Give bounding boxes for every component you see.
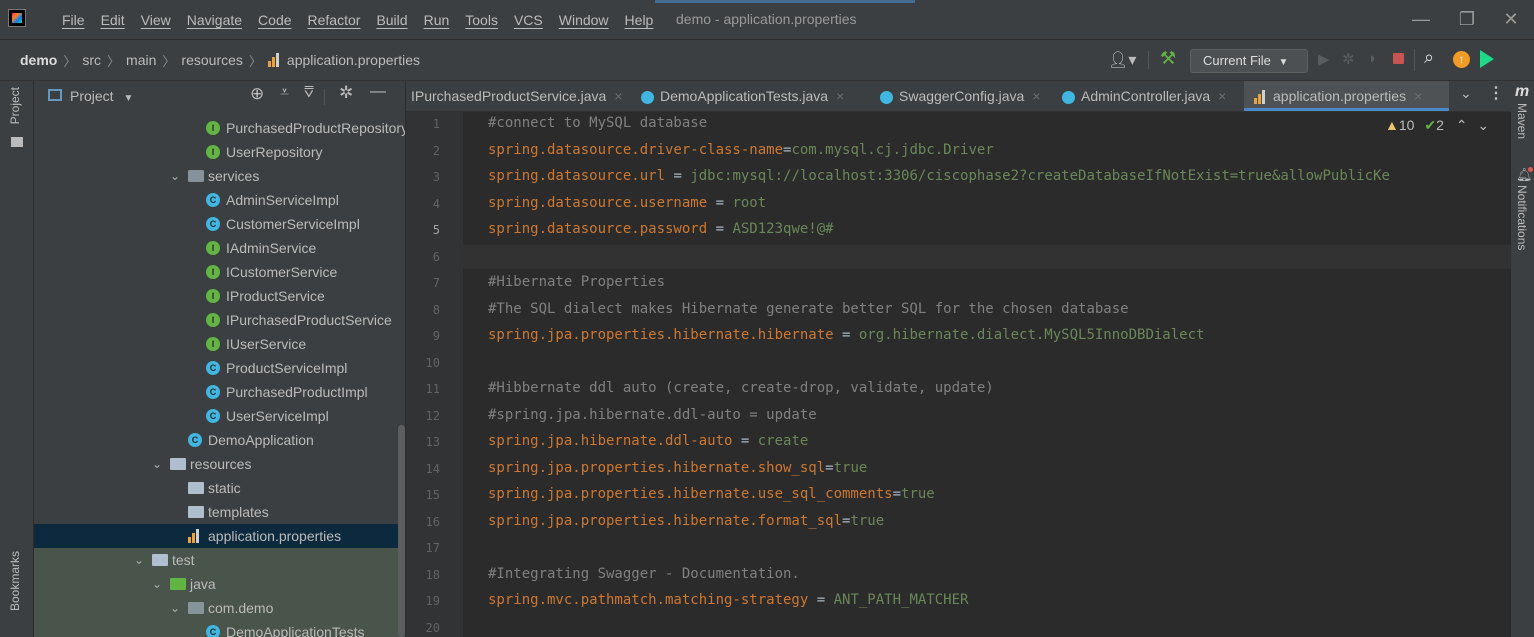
notification-dot (1528, 167, 1533, 172)
code-line: spring.jpa.properties.hibernate.use_sql_… (488, 486, 935, 502)
code-line: #spring.jpa.hibernate.ddl-auto = update (488, 407, 817, 423)
line-number: 9 (432, 329, 440, 343)
code-comment: #The SQL dialect makes Hibernate generat… (488, 300, 1129, 317)
property-value: jdbc:mysql://localhost:3306/ciscophase2?… (690, 168, 1390, 184)
code-comment: #Integrating Swagger - Documentation. (488, 565, 800, 582)
line-number: 14 (425, 461, 440, 476)
property-separator: = (833, 327, 859, 343)
maven-tool-button[interactable]: Maven (1515, 103, 1529, 139)
code-line: spring.datasource.url = jdbc:mysql://loc… (488, 168, 1390, 184)
property-separator: = (825, 459, 834, 476)
line-number: 2 (432, 143, 440, 158)
property-value: org.hibernate.dialect.MySQL5InnoDBDialec… (858, 327, 1205, 343)
code-line: spring.jpa.properties.hibernate.show_sql… (488, 460, 867, 476)
property-value: true (850, 512, 885, 529)
line-number: 5 (432, 223, 440, 237)
warning-icon: ▲ (1385, 117, 1399, 133)
property-key: spring.datasource.password (488, 221, 708, 237)
line-number: 3 (432, 170, 440, 184)
line-number: 16 (425, 514, 440, 529)
line-number: 8 (432, 302, 440, 317)
line-number: 15 (425, 488, 440, 502)
line-number: 13 (425, 435, 440, 449)
property-separator: = (707, 221, 733, 237)
code-line: spring.mvc.pathmatch.matching-strategy =… (488, 592, 968, 608)
property-value: true (901, 486, 935, 502)
line-number: 4 (432, 196, 440, 211)
property-separator: = (732, 433, 758, 449)
property-key: spring.mvc.pathmatch.matching-strategy (488, 592, 809, 608)
code-line: #Hibbernate ddl auto (create, create-dro… (488, 380, 994, 396)
code-line: #Integrating Swagger - Documentation. (488, 566, 800, 582)
code-line: #connect to MySQL database (488, 115, 707, 131)
property-value: root (732, 194, 767, 211)
property-value: ANT_PATH_MATCHER (833, 592, 969, 608)
inspection-widget[interactable]: ▲10 ✔2 ⌃ ⌄ (1385, 117, 1489, 134)
code-comment: #Hibernate Properties (488, 274, 666, 290)
property-separator: = (892, 486, 902, 502)
code-line: spring.jpa.hibernate.ddl-auto = create (488, 433, 808, 449)
line-number: 7 (432, 276, 440, 290)
warning-count: 10 (1398, 117, 1415, 133)
next-highlight-icon[interactable]: ⌄ (1477, 117, 1489, 133)
property-key: spring.datasource.driver-class-name (488, 141, 784, 158)
line-number: 10 (425, 355, 440, 370)
line-number: 17 (425, 541, 440, 555)
line-number: 12 (425, 408, 440, 423)
code-line: #Hibernate Properties (488, 274, 665, 290)
maven-icon: m (1515, 83, 1530, 100)
line-number: 20 (425, 620, 440, 635)
property-value: com.mysql.cj.jdbc.Driver (791, 141, 994, 158)
property-separator: = (665, 168, 691, 184)
previous-highlight-icon[interactable]: ⌃ (1456, 117, 1468, 133)
weak-warning-count: 2 (1436, 117, 1444, 133)
code-line: spring.jpa.properties.hibernate.hibernat… (488, 327, 1204, 343)
code-comment: #Hibbernate ddl auto (create, create-dro… (488, 380, 994, 396)
property-key: spring.jpa.properties.hibernate.format_s… (488, 512, 843, 529)
property-value: ASD123qwe!@# (732, 221, 834, 237)
code-comment: #spring.jpa.hibernate.ddl-auto = update (488, 406, 817, 423)
code-line: spring.jpa.properties.hibernate.format_s… (488, 513, 884, 529)
code-line: spring.datasource.password = ASD123qwe!@… (488, 221, 834, 237)
property-key: spring.jpa.properties.hibernate.use_sql_… (488, 486, 893, 502)
property-separator: = (808, 592, 834, 608)
property-key: spring.jpa.properties.hibernate.show_sql (488, 459, 826, 476)
line-number: 19 (425, 594, 440, 608)
code-line: spring.datasource.username = root (488, 195, 766, 211)
property-key: spring.datasource.username (488, 194, 708, 211)
property-key: spring.datasource.url (488, 168, 666, 184)
code-line: #The SQL dialect makes Hibernate generat… (488, 301, 1129, 317)
code-editor[interactable]: 1 #connect to MySQL database 2 spring.datas… (0, 0, 1511, 637)
property-value: true (833, 459, 868, 476)
weak-warning-icon: ✔ (1424, 117, 1437, 133)
property-key: spring.jpa.properties.hibernate.hibernat… (488, 327, 834, 343)
code-line: spring.datasource.driver-class-name=com.… (488, 142, 994, 158)
right-tool-stripe: m Maven 🔔︎ Notifications (1511, 81, 1534, 637)
property-key: spring.jpa.hibernate.ddl-auto (488, 433, 733, 449)
line-number: 11 (425, 382, 440, 396)
code-comment: #connect to MySQL database (488, 115, 708, 131)
property-separator: = (707, 194, 733, 211)
line-number: 18 (425, 567, 440, 582)
line-number: 6 (432, 249, 440, 264)
property-value: create (757, 433, 809, 449)
notifications-tool-button[interactable]: Notifications (1515, 185, 1529, 250)
line-number: 1 (432, 117, 440, 131)
